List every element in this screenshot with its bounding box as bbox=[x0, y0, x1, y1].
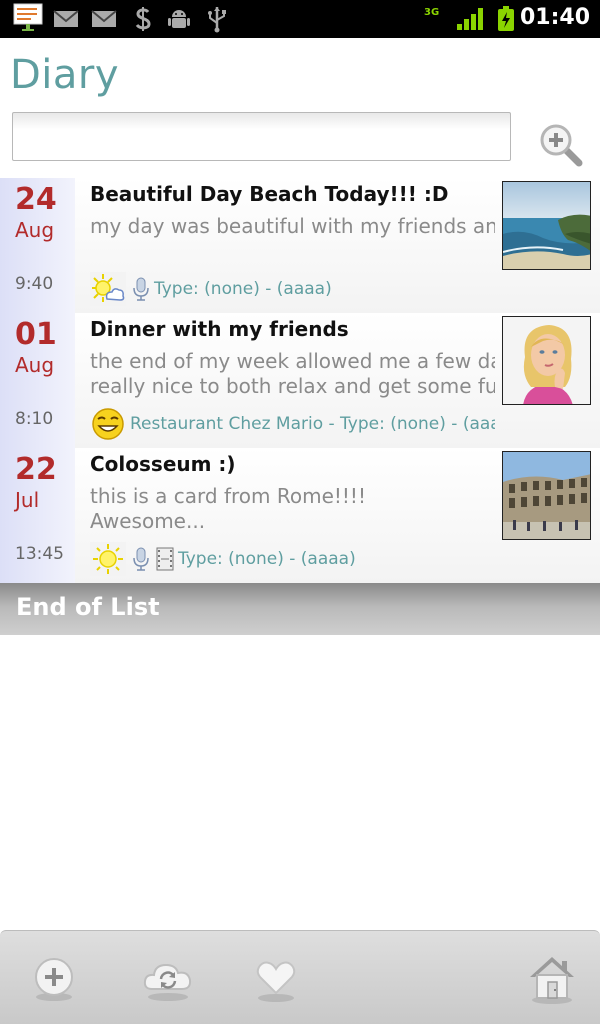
favorites-button[interactable] bbox=[246, 949, 306, 1009]
diary-entry[interactable]: 24 Aug 9:40 Beautiful Day Beach Today!!!… bbox=[0, 178, 600, 313]
entry-time: 8:10 bbox=[15, 409, 54, 429]
search-button[interactable] bbox=[535, 120, 587, 172]
favorites-icon bbox=[256, 961, 296, 1002]
entry-day: 24 bbox=[15, 182, 57, 217]
entry-month: Aug bbox=[15, 218, 55, 242]
microphone-icon bbox=[132, 276, 150, 302]
diary-entry[interactable]: 22 Jul 13:45 Colosseum :) this is a card… bbox=[0, 448, 600, 583]
money-icon bbox=[132, 6, 154, 32]
entry-title: Beautiful Day Beach Today!!! :D bbox=[90, 182, 449, 206]
home-button[interactable] bbox=[522, 949, 582, 1009]
entry-title: Colosseum :) bbox=[90, 452, 236, 476]
weather-sun-cloud-icon bbox=[90, 272, 126, 306]
entry-meta-text: Type: (none) - (aaaa) bbox=[178, 549, 356, 569]
entry-title: Dinner with my friends bbox=[90, 317, 349, 341]
entry-time: 13:45 bbox=[15, 544, 64, 564]
network-3g-icon: 3G bbox=[424, 7, 440, 18]
end-of-list-label: End of List bbox=[16, 593, 160, 621]
entry-body: the end of my week allowed me a few days… bbox=[90, 349, 495, 398]
weather-sun-icon bbox=[90, 542, 126, 576]
sync-button[interactable] bbox=[138, 949, 198, 1009]
mail-icon bbox=[53, 6, 79, 32]
add-icon bbox=[35, 958, 73, 1001]
entry-date-column: 22 Jul 13:45 bbox=[0, 448, 75, 583]
smiley-icon bbox=[90, 407, 126, 441]
beach-photo bbox=[502, 181, 591, 270]
entry-meta-row: Type: (none) - (aaaa) bbox=[90, 271, 495, 307]
android-icon bbox=[167, 6, 191, 32]
status-clock: 01:40 bbox=[519, 5, 590, 30]
entry-meta-row: Restaurant Chez Mario - Type: (none) - (… bbox=[90, 406, 495, 442]
battery-charging-icon bbox=[497, 6, 515, 32]
usb-icon bbox=[206, 6, 228, 33]
entry-date-column: 24 Aug 9:40 bbox=[0, 178, 75, 313]
film-icon bbox=[156, 547, 174, 571]
search-input[interactable] bbox=[12, 112, 511, 161]
entry-month: Aug bbox=[15, 353, 55, 377]
entry-body: my day was beautiful with my friends and… bbox=[90, 214, 495, 238]
entry-time: 9:40 bbox=[15, 274, 54, 294]
signal-icon bbox=[456, 6, 484, 32]
entry-meta-text: Type: (none) - (aaaa) bbox=[154, 279, 332, 299]
entry-meta-row: Type: (none) - (aaaa) bbox=[90, 541, 495, 577]
entry-month: Jul bbox=[15, 488, 40, 512]
add-entry-button[interactable] bbox=[24, 949, 84, 1009]
notes-icon bbox=[12, 3, 44, 31]
entry-meta-text: Restaurant Chez Mario - Type: (none) - (… bbox=[130, 414, 495, 434]
entry-day: 01 bbox=[15, 317, 57, 352]
entry-body: this is a card from Rome!!!! Awesome... bbox=[90, 484, 366, 533]
page-title: Diary bbox=[10, 52, 120, 98]
home-icon bbox=[530, 957, 574, 1004]
microphone-icon bbox=[132, 546, 150, 572]
diary-entry[interactable]: 01 Aug 8:10 Dinner with my friends the e… bbox=[0, 313, 600, 448]
colosseum-photo bbox=[502, 451, 591, 540]
status-bar: 3G 01:40 bbox=[0, 0, 600, 38]
woman-photo bbox=[502, 316, 591, 405]
mail-icon bbox=[91, 6, 117, 32]
bottom-toolbar bbox=[0, 930, 600, 1024]
end-of-list-bar: End of List bbox=[0, 583, 600, 635]
zoom-in-icon bbox=[540, 124, 583, 166]
entry-date-column: 01 Aug 8:10 bbox=[0, 313, 75, 448]
entry-day: 22 bbox=[15, 452, 57, 487]
sync-icon bbox=[143, 963, 192, 1001]
